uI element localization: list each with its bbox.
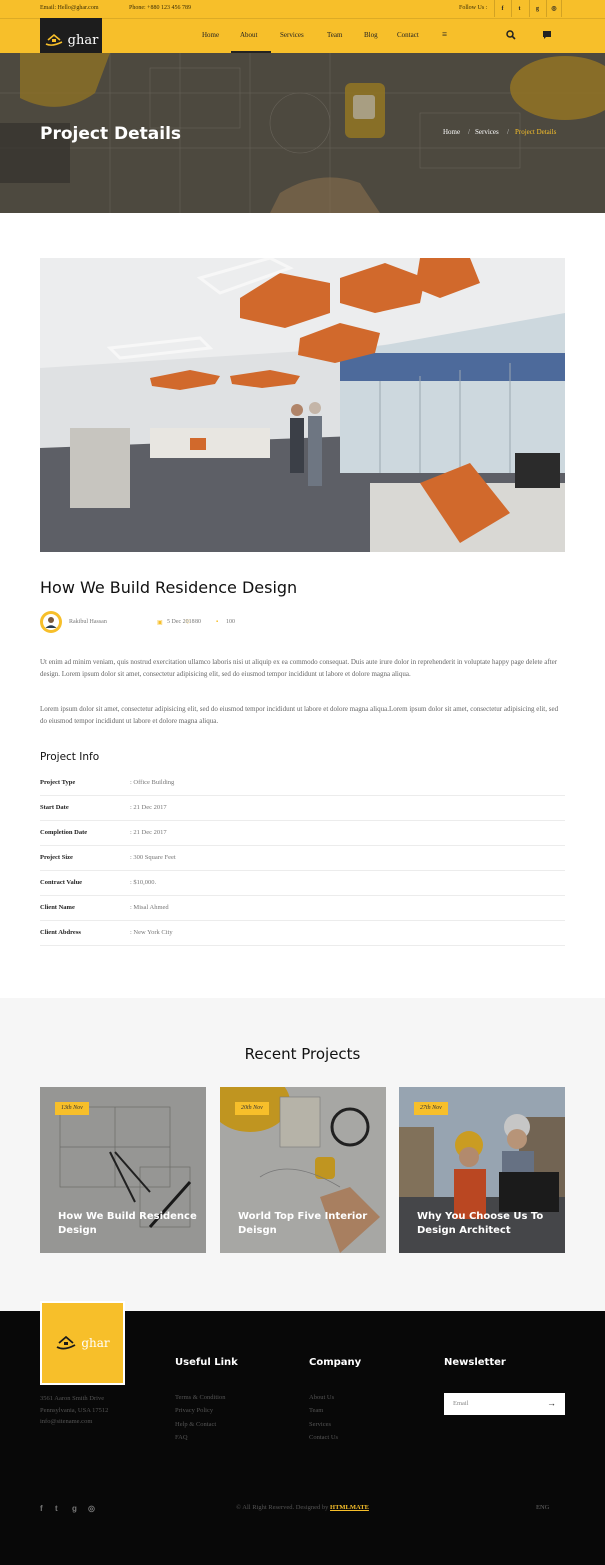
designer-link[interactable]: HTMLMATE: [330, 1504, 369, 1511]
project-card[interactable]: 20th Nov World Top Five Interior Deisgn: [220, 1087, 386, 1253]
card-title[interactable]: World Top Five Interior Deisgn: [238, 1210, 378, 1238]
card-date-badge: 13th Nov: [55, 1102, 89, 1115]
chat-icon[interactable]: [542, 30, 552, 40]
info-row: Project Size : 300 Square Feet: [40, 846, 565, 871]
company-title: Company: [309, 1357, 362, 1368]
author-avatar[interactable]: [40, 611, 62, 633]
info-label: Project Size: [40, 854, 73, 861]
project-card[interactable]: 27th Nov Why You Choose Us To Design Arc…: [399, 1087, 565, 1253]
search-icon[interactable]: [506, 30, 516, 40]
footer-link[interactable]: Contact Us: [309, 1434, 338, 1441]
address-line: 3561 Aaron Smith Drive: [40, 1395, 105, 1402]
nav-services[interactable]: Services: [280, 31, 304, 39]
menu-icon[interactable]: ≡: [442, 29, 447, 39]
footer-link[interactable]: Team: [309, 1407, 323, 1414]
useful-link-title: Useful Link: [175, 1357, 238, 1368]
info-value: : 21 Dec 2017: [130, 829, 167, 836]
nav-team[interactable]: Team: [327, 31, 342, 39]
heart-icon[interactable]: ♡: [185, 619, 190, 626]
top-bar: Email: Hello@ghar.com Phone: +880 123 45…: [0, 0, 605, 18]
footer-link[interactable]: Terms & Condition: [175, 1394, 225, 1401]
comment-count: 100: [226, 619, 235, 625]
calendar-icon: ▣: [157, 620, 163, 626]
newsletter-title: Newsletter: [444, 1357, 506, 1368]
author-name[interactable]: Rakibul Hassan: [69, 619, 107, 625]
contact-email[interactable]: Email: Hello@ghar.com: [40, 5, 99, 11]
post-paragraph: Ut enim ad minim veniam, quis nostrud ex…: [40, 658, 558, 678]
nav-about[interactable]: About: [240, 31, 258, 39]
facebook-icon[interactable]: f: [494, 0, 510, 17]
recent-projects-title: Recent Projects: [244, 1045, 361, 1063]
info-row: Client Abdress : New York City: [40, 921, 565, 946]
card-date-badge: 27th Nov: [414, 1102, 448, 1115]
card-title[interactable]: How We Build Residence Design: [58, 1210, 198, 1238]
breadcrumb-services[interactable]: Services: [475, 128, 499, 136]
info-label: Client Abdress: [40, 929, 81, 936]
info-row: Contract Value : $10,000.: [40, 871, 565, 896]
follow-label: Follow Us :: [459, 5, 488, 11]
nav-home[interactable]: Home: [202, 31, 219, 39]
instagram-icon[interactable]: ◎: [546, 0, 562, 17]
info-label: Start Date: [40, 804, 69, 811]
info-row: Completion Date : 21 Dec 2017: [40, 821, 565, 846]
info-value: : 21 Dec 2017: [130, 804, 167, 811]
info-value: : Office Building: [130, 779, 175, 786]
google-plus-icon[interactable]: g: [529, 0, 545, 17]
house-hand-icon: [45, 33, 63, 46]
post-paragraph: Lorem ipsum dolor sit amet, consectetur …: [40, 705, 559, 725]
breadcrumb-current: Project Details: [515, 128, 557, 136]
comment-icon[interactable]: ▪: [216, 619, 218, 625]
brand-name: ghar: [67, 32, 99, 48]
info-value: : 300 Square Feet: [130, 854, 176, 861]
nav-blog[interactable]: Blog: [364, 31, 378, 39]
breadcrumb-separator: /: [507, 128, 509, 136]
user-icon: [43, 614, 59, 630]
info-label: Project Type: [40, 779, 76, 786]
info-value: : Misal Ahmed: [130, 904, 169, 911]
footer-logo[interactable]: ghar: [40, 1301, 125, 1385]
info-row: Client Name : Misal Ahmed: [40, 896, 565, 921]
info-label: Client Name: [40, 904, 75, 911]
footer-email[interactable]: info@sitename.com: [40, 1416, 108, 1428]
house-hand-icon: [56, 1335, 76, 1350]
arrow-right-icon[interactable]: →: [547, 1398, 556, 1408]
copyright-text: © All Right Reserved. Designed by: [236, 1504, 329, 1511]
twitter-icon[interactable]: t: [511, 0, 527, 17]
footer-link[interactable]: Privacy Policy: [175, 1407, 213, 1414]
breadcrumb-home[interactable]: Home: [443, 128, 460, 136]
info-label: Contract Value: [40, 879, 83, 886]
footer-link[interactable]: About Us: [309, 1394, 334, 1401]
like-count: 80: [195, 619, 201, 625]
info-value: : New York City: [130, 929, 173, 936]
language-selector[interactable]: ENG: [536, 1504, 549, 1511]
info-row: Start Date : 21 Dec 2017: [40, 796, 565, 821]
footer-link[interactable]: Services: [309, 1421, 331, 1428]
address-line: Pennsylvania, USA 17512: [40, 1406, 109, 1414]
email-placeholder: Email: [453, 1400, 469, 1407]
footer-brand-name: ghar: [81, 1336, 110, 1350]
post-date: 5 Dec 2018: [167, 619, 195, 625]
card-title[interactable]: Why You Choose Us To Design Architect: [417, 1210, 557, 1238]
post-title: How We Build Residence Design: [40, 578, 298, 597]
project-image: [40, 258, 565, 552]
project-card[interactable]: 13th Nov How We Build Residence Design: [40, 1087, 206, 1253]
breadcrumb-separator: /: [468, 128, 470, 136]
copyright: © All Right Reserved. Designed by HTMLMA…: [0, 1504, 605, 1511]
info-row: Project Type : Office Building: [40, 771, 565, 796]
footer-link[interactable]: Help & Contact: [175, 1421, 216, 1428]
nav-contact[interactable]: Contact: [397, 31, 419, 39]
footer-link[interactable]: FAQ: [175, 1434, 188, 1441]
footer-address: 3561 Aaron Smith Drive Pennsylvania, USA…: [40, 1393, 108, 1428]
info-value: : $10,000.: [130, 879, 157, 886]
contact-phone: Phone: +880 123 456 789: [129, 5, 192, 11]
newsletter-email-input[interactable]: Email →: [444, 1393, 565, 1415]
office-interior-render: [40, 258, 565, 552]
page-title: Project Details: [40, 124, 182, 144]
project-info-title: Project Info: [40, 751, 100, 763]
card-date-badge: 20th Nov: [235, 1102, 269, 1115]
info-label: Completion Date: [40, 829, 88, 836]
